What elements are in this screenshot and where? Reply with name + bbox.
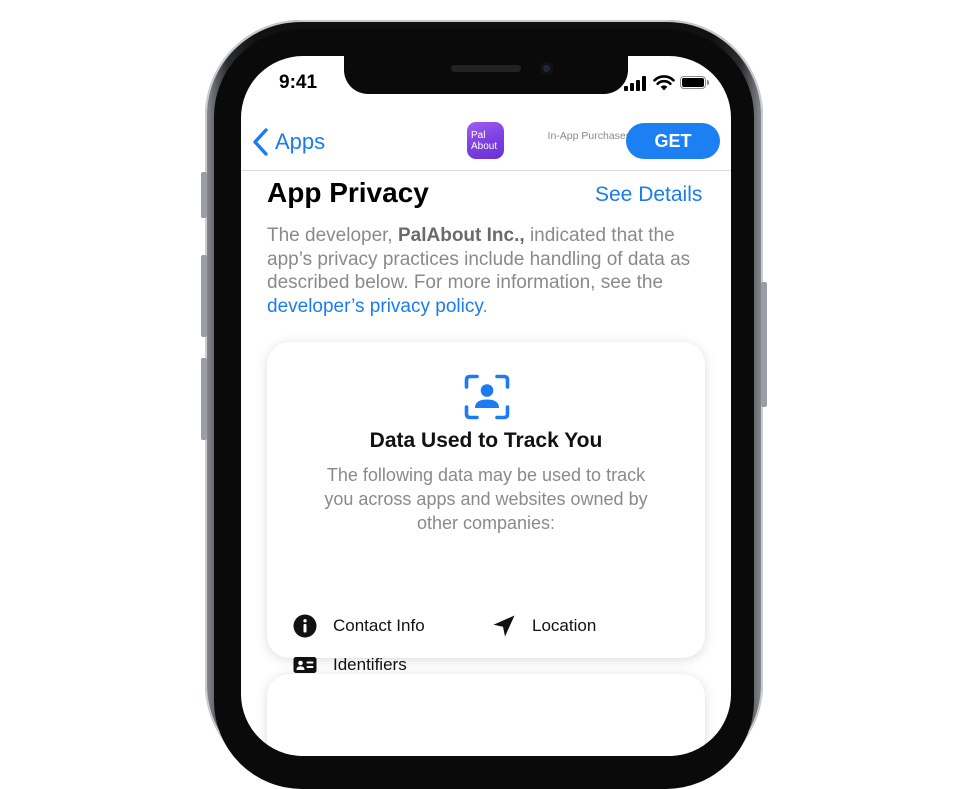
back-button[interactable]: Apps — [251, 126, 325, 158]
volume-down-button — [201, 358, 207, 440]
wifi-icon — [653, 75, 675, 91]
tracking-card[interactable]: Data Used to Track You The following dat… — [267, 342, 705, 674]
location-arrow-icon — [493, 615, 515, 637]
data-type-label: Location — [532, 616, 597, 635]
developer-name: PalAbout Inc., — [397, 225, 525, 246]
battery-icon — [680, 76, 709, 89]
get-button[interactable]: GET — [626, 123, 720, 159]
data-type-label: Identifiers — [333, 655, 407, 674]
signal-icon — [624, 75, 650, 91]
card-description: The following data may be used to track … — [324, 465, 648, 533]
data-type-item: Contact Info — [293, 613, 425, 639]
description-text: . — [482, 295, 488, 317]
privacy-policy-link[interactable]: developer’s privacy policy — [267, 296, 482, 317]
data-type-label: Contact Info — [333, 616, 425, 635]
front-camera — [540, 62, 553, 75]
app-icon: Pal About — [467, 122, 504, 159]
card-title: Data Used to Track You — [369, 429, 603, 452]
see-details-link[interactable]: See Details — [595, 183, 702, 207]
status-time: 9:41 — [279, 72, 318, 93]
speaker-grille — [451, 65, 521, 72]
volume-up-button — [201, 255, 207, 337]
data-type-item: Location — [492, 613, 596, 639]
side-button — [201, 172, 207, 218]
description-text: The developer, — [267, 225, 398, 246]
chevron-left-icon — [253, 128, 268, 156]
person-viewfinder-icon — [464, 374, 510, 420]
notch — [344, 56, 628, 94]
phone-screen: 9:41 Apps Pal About In-App Purchases GET… — [241, 56, 731, 756]
section-title: App Privacy — [267, 177, 429, 208]
back-button-label: Apps — [275, 129, 326, 154]
in-app-purchases-label: In-App Purchases — [547, 130, 631, 142]
privacy-description: The developer, PalAbout Inc., indicated … — [267, 224, 707, 318]
power-button — [761, 282, 767, 407]
nav-divider — [241, 170, 731, 171]
info-circle-icon — [293, 614, 317, 638]
next-privacy-card[interactable] — [267, 674, 705, 756]
